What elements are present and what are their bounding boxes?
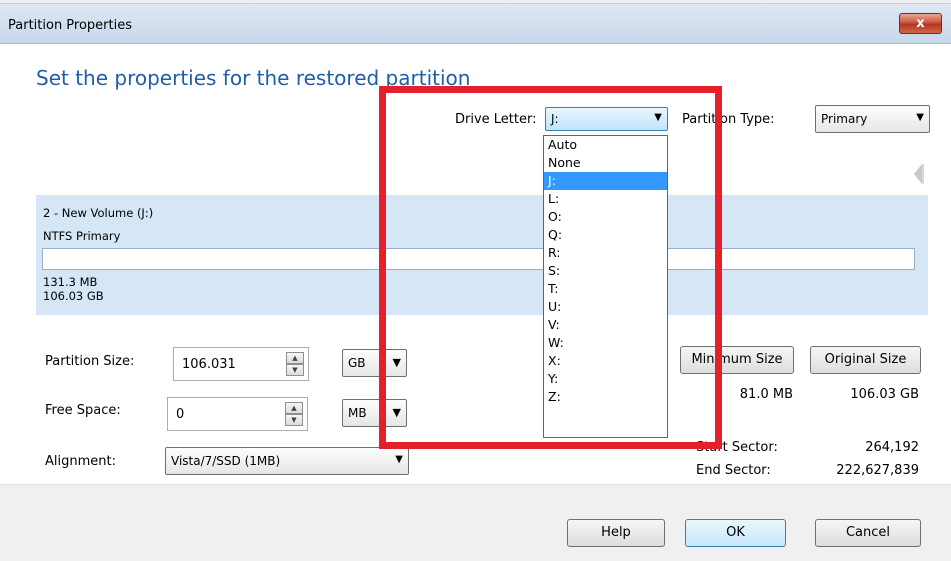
chevron-down-icon: ▼ bbox=[916, 112, 924, 123]
partition-type-select[interactable]: Primary ▼ bbox=[815, 105, 930, 133]
partition-name: 2 - New Volume (J:) bbox=[43, 206, 154, 220]
drive-letter-option[interactable]: R: bbox=[544, 244, 667, 262]
drive-letter-option[interactable]: T: bbox=[544, 280, 667, 298]
partition-size-input[interactable]: 106.031 ▲ ▼ bbox=[173, 347, 309, 381]
original-size-button[interactable]: Original Size bbox=[810, 346, 921, 374]
drive-letter-option[interactable]: W: bbox=[544, 334, 667, 352]
partition-used: 131.3 MB bbox=[43, 275, 98, 289]
cancel-button[interactable]: Cancel bbox=[815, 519, 921, 547]
divider bbox=[385, 350, 386, 376]
chevron-down-icon: ▼ bbox=[654, 112, 662, 123]
spin-down-icon[interactable]: ▼ bbox=[285, 414, 303, 426]
collapse-arrow-icon[interactable] bbox=[912, 162, 924, 186]
minimum-size-value: 81.0 MB bbox=[739, 387, 793, 402]
partition-fs: NTFS Primary bbox=[43, 229, 121, 243]
chevron-down-icon: ▼ bbox=[392, 356, 401, 369]
chevron-down-icon: ▼ bbox=[392, 406, 401, 419]
free-space-unit-select[interactable]: MB ▼ bbox=[342, 399, 407, 427]
drive-letter-option[interactable]: X: bbox=[544, 352, 667, 370]
divider bbox=[385, 400, 386, 426]
drive-letter-option[interactable]: V: bbox=[544, 316, 667, 334]
close-button[interactable]: x bbox=[899, 13, 942, 34]
drive-letter-option[interactable]: U: bbox=[544, 298, 667, 316]
drive-letter-option[interactable]: L: bbox=[544, 190, 667, 208]
free-space-unit: MB bbox=[348, 406, 367, 420]
dialog-footer bbox=[0, 484, 951, 561]
drive-letter-select[interactable]: J: ▼ bbox=[545, 107, 668, 131]
drive-letter-option[interactable]: Q: bbox=[544, 226, 667, 244]
ok-button[interactable]: OK bbox=[685, 519, 786, 547]
drive-letter-option[interactable]: Z: bbox=[544, 388, 667, 406]
alignment-select[interactable]: Vista/7/SSD (1MB) ▼ bbox=[165, 447, 409, 475]
original-size-value: 106.03 GB bbox=[850, 387, 919, 402]
drive-letter-dropdown-list[interactable]: Auto None J: L: O: Q: R: S: T: U: V: W: X: Y: Z: bbox=[543, 135, 668, 438]
partition-size-value: 106.031 bbox=[182, 357, 236, 372]
minimum-size-button[interactable]: Minimum Size bbox=[680, 346, 794, 374]
start-sector-value: 264,192 bbox=[865, 440, 919, 455]
alignment-label: Alignment: bbox=[45, 454, 116, 469]
chevron-down-icon: ▼ bbox=[395, 454, 403, 465]
spin-down-icon[interactable]: ▼ bbox=[286, 364, 304, 376]
spin-up-icon[interactable]: ▲ bbox=[286, 352, 304, 364]
alignment-value: Vista/7/SSD (1MB) bbox=[171, 454, 281, 468]
drive-letter-option[interactable]: Auto bbox=[544, 136, 667, 154]
drive-letter-value: J: bbox=[551, 112, 559, 126]
free-space-input[interactable]: 0 ▲ ▼ bbox=[167, 397, 308, 431]
drive-letter-option[interactable]: Y: bbox=[544, 370, 667, 388]
drive-letter-option[interactable]: O: bbox=[544, 208, 667, 226]
partition-usage-bar[interactable] bbox=[42, 248, 915, 270]
close-icon: x bbox=[916, 16, 925, 31]
drive-letter-option[interactable]: S: bbox=[544, 262, 667, 280]
free-space-value: 0 bbox=[176, 407, 185, 422]
partition-size-label: Partition Size: bbox=[45, 354, 135, 369]
partition-type-value: Primary bbox=[821, 112, 868, 126]
page-title: Set the properties for the restored part… bbox=[36, 66, 471, 90]
drive-letter-option[interactable]: None bbox=[544, 154, 667, 172]
help-button[interactable]: Help bbox=[567, 519, 665, 547]
start-sector-label: Start Sector: bbox=[696, 440, 778, 455]
free-space-label: Free Space: bbox=[45, 403, 121, 418]
end-sector-label: End Sector: bbox=[696, 463, 771, 478]
partition-size-unit-select[interactable]: GB ▼ bbox=[342, 349, 407, 377]
drive-letter-label: Drive Letter: bbox=[455, 112, 537, 127]
end-sector-value: 222,627,839 bbox=[836, 463, 919, 478]
partition-total: 106.03 GB bbox=[43, 289, 104, 303]
title-bar: Partition Properties x bbox=[0, 4, 951, 44]
spin-up-icon[interactable]: ▲ bbox=[285, 402, 303, 414]
window-title: Partition Properties bbox=[8, 18, 133, 33]
drive-letter-option[interactable]: J: bbox=[544, 172, 667, 190]
partition-type-label: Partition Type: bbox=[682, 112, 775, 127]
partition-size-unit: GB bbox=[348, 356, 366, 370]
